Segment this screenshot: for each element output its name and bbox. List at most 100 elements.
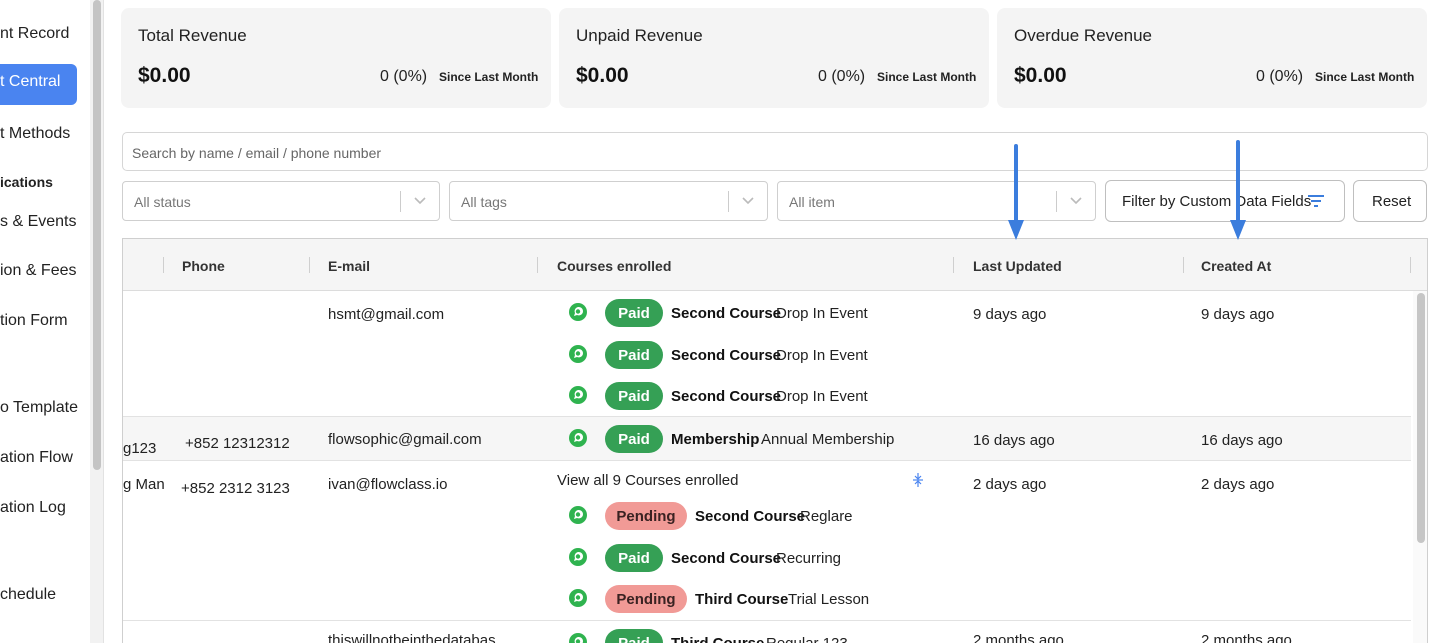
whatsapp-icon[interactable] [568,632,588,643]
email-cell: hsmt@gmail.com [328,306,445,323]
course-type: Reglare [800,508,853,525]
created-at-cell: 16 days ago [1201,432,1283,449]
stat-change: 0 (0%) [380,68,428,85]
tags-select[interactable]: All tags [449,181,768,221]
course-name: Third Course [695,591,789,608]
column-separator[interactable] [309,257,310,273]
whatsapp-icon[interactable] [568,344,588,364]
custom-fields-filter-button[interactable]: Filter by Custom Data Fields [1105,180,1345,222]
course-name: Second Course [671,550,782,567]
email-cell: thiswillnotbeinthedatabas [328,632,496,643]
stat-change: 0 (0%) [1256,68,1304,85]
select-divider [1056,191,1057,212]
column-header-phone[interactable]: Phone [182,258,225,274]
stat-title: Unpaid Revenue [576,26,703,45]
sidebar-item-student-record[interactable]: nt Record [0,25,69,43]
stat-amount: $0.00 [576,64,629,87]
item-select[interactable]: All item [777,181,1096,221]
reset-label: Reset [1372,193,1412,210]
chevron-down-icon [1070,197,1082,205]
status-select[interactable]: All status [122,181,440,221]
last-updated-cell: 9 days ago [973,306,1047,323]
whatsapp-icon[interactable] [568,385,588,405]
status-badge: Paid [605,299,663,327]
table-row[interactable]: g123 +852 12312312 flowsophic@gmail.com … [123,417,1411,461]
sidebar-item-schedule[interactable]: chedule [0,586,56,604]
annotation-arrow-down-icon [1008,144,1024,240]
email-cell: ivan@flowclass.io [328,476,448,493]
stat-title: Total Revenue [138,26,247,45]
sidebar-item-automation-flow[interactable]: ation Flow [0,449,73,467]
stat-since: Since Last Month [1315,70,1415,84]
whatsapp-icon[interactable] [568,588,588,608]
status-badge: Pending [605,502,687,530]
column-header-last-updated[interactable]: Last Updated [973,258,1062,274]
column-separator[interactable] [1183,257,1184,273]
stat-card-unpaid-revenue: Unpaid Revenue $0.00 0 (0%) Since Last M… [559,8,989,108]
status-select-placeholder: All status [134,194,191,210]
sidebar-item-payment-methods[interactable]: t Methods [0,125,70,143]
stat-title: Overdue Revenue [1014,26,1152,45]
custom-fields-filter-label: Filter by Custom Data Fields [1122,193,1312,210]
sidebar-scrollbar-thumb[interactable] [93,0,101,470]
whatsapp-icon[interactable] [568,505,588,525]
sidebar-item-label: t Central [0,73,61,90]
last-updated-cell: 2 days ago [973,476,1047,493]
status-badge: Paid [605,341,663,369]
table-row[interactable]: g Man +852 2312 3123 ivan@flowclass.io V… [123,461,1411,621]
status-badge: Pending [605,585,687,613]
course-type: Drop In Event [776,347,868,364]
stat-card-total-revenue: Total Revenue $0.00 0 (0%) Since Last Mo… [121,8,551,108]
stat-amount: $0.00 [1014,64,1067,87]
course-type: Annual Membership [761,431,895,448]
created-at-cell: 2 months ago [1201,632,1292,643]
column-header-created-at[interactable]: Created At [1201,258,1271,274]
sidebar-item-payment-central[interactable]: t Central [0,64,77,105]
column-separator[interactable] [953,257,954,273]
email-cell: flowsophic@gmail.com [328,431,482,448]
created-at-cell: 2 days ago [1201,476,1275,493]
sidebar-item-automation-log[interactable]: ation Log [0,499,66,517]
course-name: Second Course [671,347,782,364]
status-badge: Paid [605,629,663,643]
sidebar-item-template[interactable]: o Template [0,399,78,417]
phone-cell: +852 12312312 [185,435,290,452]
column-separator[interactable] [537,257,538,273]
sidebar-item-registration-fees[interactable]: ion & Fees [0,262,76,280]
course-type: Drop In Event [776,388,868,405]
sidebar-item-registration-form[interactable]: tion Form [0,312,68,330]
reset-button[interactable]: Reset [1353,180,1427,222]
column-separator[interactable] [163,257,164,273]
filter-icon [1308,195,1324,207]
last-updated-cell: 2 months ago [973,632,1064,643]
course-type: Drop In Event [776,305,868,322]
stat-card-overdue-revenue: Overdue Revenue $0.00 0 (0%) Since Last … [997,8,1427,108]
column-separator[interactable] [1410,257,1411,273]
course-name: Second Course [671,305,782,322]
course-type: Recurring [776,550,842,567]
expand-collapse-icon[interactable] [912,472,924,488]
whatsapp-icon[interactable] [568,302,588,322]
status-badge: Paid [605,382,663,410]
sidebar-item-classes-events[interactable]: s & Events [0,213,76,231]
course-name: Membership [671,431,760,448]
column-header-courses[interactable]: Courses enrolled [557,258,671,274]
last-updated-cell: 16 days ago [973,432,1055,449]
table-row[interactable]: hsmt@gmail.com Paid Second Course Drop I… [123,291,1411,417]
stat-since: Since Last Month [439,70,539,84]
created-at-cell: 9 days ago [1201,306,1275,323]
course-name: Second Course [695,508,806,525]
whatsapp-icon[interactable] [568,428,588,448]
course-type: Regular 123 [766,635,848,643]
stat-since: Since Last Month [877,70,977,84]
whatsapp-icon[interactable] [568,547,588,567]
table-row[interactable]: thiswillnotbeinthedatabas Paid Third Cou… [123,621,1411,643]
stat-amount: $0.00 [138,64,191,87]
column-header-email[interactable]: E-mail [328,258,370,274]
view-all-courses-link[interactable]: View all 9 Courses enrolled [557,472,739,489]
name-cell: g Man [123,476,165,493]
course-name: Second Course [671,388,782,405]
course-name: Third Course [671,635,764,643]
chevron-down-icon [414,197,426,205]
table-scrollbar-thumb[interactable] [1417,293,1425,543]
